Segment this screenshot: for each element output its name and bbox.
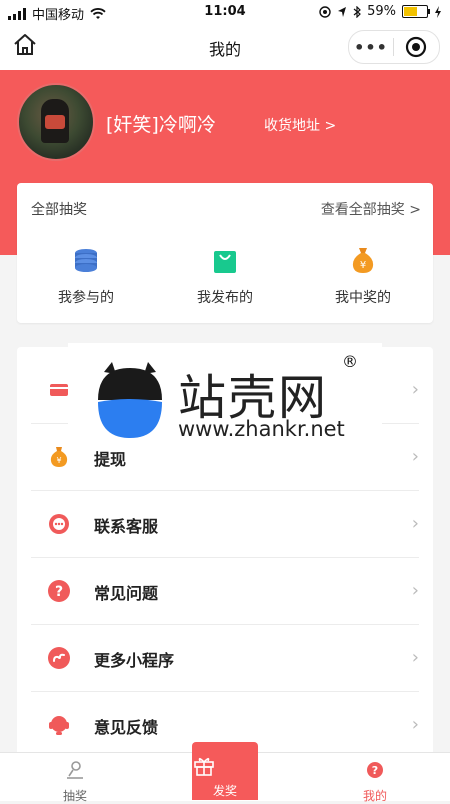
headset-icon (49, 716, 69, 735)
participated-label: 我参与的 (58, 290, 114, 306)
lottery-card: 全部抽奖 查看全部抽奖 > 我参与的 我发布的 ¥ 我中奖的 (17, 183, 433, 323)
published-label: 我发布的 (197, 290, 253, 306)
participated-button[interactable]: 我参与的 (26, 245, 146, 307)
won-button[interactable]: ¥ 我中奖的 (303, 245, 423, 307)
mini-program-icon (48, 647, 70, 669)
close-button[interactable] (394, 36, 438, 58)
svg-text:?: ? (55, 584, 63, 600)
watermark-registered-mark: ® (342, 352, 358, 371)
menu-item-label: 更多小程序 (94, 651, 175, 670)
menu-item-customer-service[interactable]: 联系客服 › (31, 491, 419, 558)
menu-item-label: 常见问题 (94, 584, 159, 603)
lottery-icon (67, 761, 83, 779)
view-all-lottery-link[interactable]: 查看全部抽奖 > (321, 199, 421, 219)
at-icon (319, 5, 331, 18)
avatar-detail (45, 115, 65, 129)
status-bar: 中国移动 11:04 59% (0, 0, 450, 24)
watermark-url: www.zhankr.net (178, 417, 345, 441)
chat-icon (49, 514, 69, 534)
published-button[interactable]: 我发布的 (165, 245, 285, 307)
tab-lottery[interactable]: 抽奖 (0, 753, 150, 803)
chevron-right-icon: › (411, 647, 419, 668)
charging-icon (435, 5, 441, 18)
svg-text:¥: ¥ (56, 456, 61, 465)
more-button[interactable]: ••• (349, 38, 393, 57)
tab-publish[interactable]: 发奖 (192, 742, 258, 800)
user-question-icon: ? (367, 762, 383, 778)
chevron-right-icon: › (411, 446, 419, 467)
question-icon: ? (48, 580, 70, 602)
menu-item-label: 提现 (94, 450, 127, 469)
nav-bar: 我的 ••• (0, 24, 450, 70)
gift-icon (194, 757, 214, 776)
svg-text:?: ? (372, 764, 378, 777)
tab-label: 抽奖 (62, 789, 87, 803)
username: [奸笑]冷啊冷 (106, 114, 216, 136)
bluetooth-icon (353, 5, 361, 18)
shipping-address-link[interactable]: 收货地址 > (264, 115, 336, 135)
battery-percent: 59% (367, 4, 396, 19)
capsule-menu: ••• (348, 30, 440, 64)
svg-text:¥: ¥ (360, 260, 366, 271)
won-label: 我中奖的 (335, 290, 391, 306)
shopping-bag-icon (214, 251, 236, 273)
battery-icon (402, 5, 430, 18)
tab-label: 我的 (362, 789, 387, 803)
target-icon (405, 36, 427, 58)
chevron-right-icon: › (411, 379, 419, 400)
chevron-right-icon: › (411, 714, 419, 735)
watermark-logo-icon (98, 362, 162, 438)
money-bag-icon: ¥ (50, 447, 68, 467)
menu-item-faq[interactable]: ? 常见问题 › (31, 558, 419, 625)
coins-stack-icon (75, 249, 97, 272)
avatar[interactable] (17, 83, 95, 161)
chevron-right-icon: › (411, 580, 419, 601)
tab-label: 发奖 (212, 784, 237, 798)
chevron-right-icon: › (411, 513, 419, 534)
tab-mine[interactable]: ? 我的 (300, 753, 450, 803)
location-icon (338, 6, 347, 17)
all-lottery-title: 全部抽奖 (31, 202, 87, 218)
money-bag-icon: ¥ (352, 248, 374, 273)
menu-item-more-mini-programs[interactable]: 更多小程序 › (31, 625, 419, 692)
menu-item-label: 意见反馈 (94, 718, 159, 737)
menu-item-label: 联系客服 (94, 517, 159, 536)
